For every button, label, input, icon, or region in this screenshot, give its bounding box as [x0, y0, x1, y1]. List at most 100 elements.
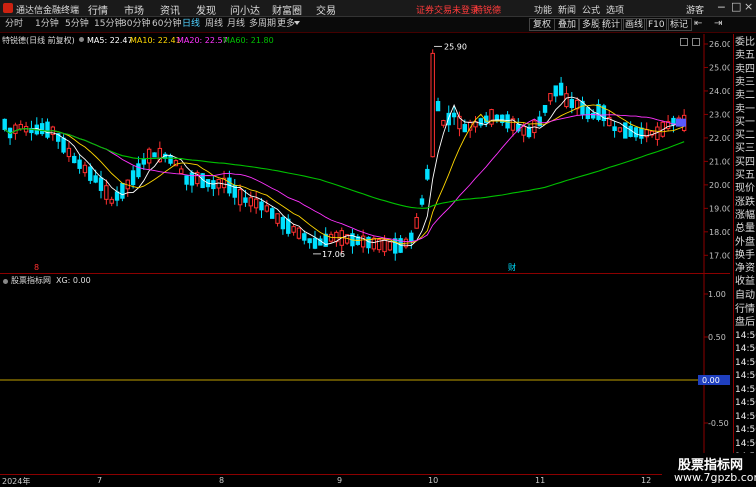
candle-body [259, 201, 264, 211]
stock-info-label: 特锐德(日线 前复权) [2, 36, 75, 45]
candle-body [366, 236, 371, 249]
candle-body [542, 104, 548, 113]
overlay-button[interactable]: 叠加 [554, 18, 581, 31]
indicator-panel[interactable]: 1.000.500.00-0.50-1.000.00 [0, 274, 730, 472]
settings-dot-icon[interactable] [79, 37, 84, 42]
menu-ask[interactable]: 问小达 [230, 2, 260, 17]
tab-1min[interactable]: 1分钟 [34, 18, 60, 31]
menu-news[interactable]: 资讯 [160, 2, 180, 17]
menu-options[interactable]: 选项 [606, 3, 624, 16]
side-panel-label: 现价 [735, 183, 755, 195]
price-axis-label: 23.00 [709, 110, 730, 119]
kline-panel[interactable]: 26.00 25.00 24.00 23.00 22.00 21.00 20.00 19.00… [0, 34, 732, 274]
ma20-label: MA20: 22.57 [177, 36, 228, 45]
menu-trade[interactable]: 交易 [316, 2, 336, 17]
candle-body [237, 189, 243, 206]
ma60-label: MA60: 21.80 [223, 36, 274, 45]
app-logo-icon [3, 3, 13, 13]
restore-rights-button[interactable]: 复权 [529, 18, 556, 31]
candle-body [120, 182, 125, 199]
price-axis-label: 21.00 [709, 157, 730, 166]
title-bar: 通达信金融终端 行情 市场 资讯 发现 问小达 财富圈 交易 证券交易未登录 特… [0, 0, 756, 17]
tab-more[interactable]: 更多 [276, 18, 296, 31]
menu-discover[interactable]: 发现 [196, 2, 216, 17]
tab-30min[interactable]: 30分钟 [120, 18, 151, 31]
back-icon[interactable]: ⇤ [694, 18, 702, 29]
minimize-icon[interactable]: ─ [718, 1, 725, 14]
indicator-settings-icon[interactable] [3, 279, 8, 284]
candle-body [39, 123, 45, 135]
tab-daily[interactable]: 日线 [181, 18, 201, 31]
candle-body [93, 175, 98, 183]
ma10-label: MA10: 22.41 [130, 36, 181, 45]
candle-body [275, 213, 280, 224]
maximize-icon[interactable]: □ [731, 0, 741, 13]
candle-body [382, 238, 387, 253]
high-price-label: 25.90 [444, 42, 467, 51]
candle-body [270, 208, 275, 219]
sub-current-tag: 0.00 [702, 376, 720, 385]
tab-intraday[interactable]: 分时 [4, 18, 24, 31]
candle-body [462, 124, 468, 133]
ma5-line [4, 96, 685, 246]
menu-quotes[interactable]: 行情 [88, 2, 108, 17]
candle-body [141, 158, 147, 165]
user-label[interactable]: 游客 [686, 3, 704, 16]
menu-market[interactable]: 市场 [124, 2, 144, 17]
mark-button[interactable]: 标记 [666, 18, 693, 31]
side-panel-label: 14:50 [735, 344, 756, 354]
site-watermark: 股票指标网 www.7gpzb.com [662, 453, 756, 487]
menu-formula[interactable]: 公式 [582, 3, 600, 16]
indicator-chart[interactable]: 1.000.500.00-0.50-1.000.00 [0, 274, 730, 472]
candle-body [414, 216, 419, 229]
login-notice[interactable]: 证券交易未登录 [416, 3, 479, 16]
price-axis-label: 24.00 [709, 87, 730, 96]
close-icon[interactable]: × [744, 0, 753, 13]
menu-news-right[interactable]: 新闻 [558, 3, 576, 16]
side-panel-label: 卖二 [735, 90, 755, 102]
candle-body [45, 121, 50, 138]
candle-body [146, 148, 152, 164]
tab-monthly[interactable]: 月线 [226, 18, 246, 31]
forward-icon[interactable]: ⇥ [714, 18, 722, 29]
menu-function[interactable]: 功能 [534, 3, 552, 16]
candle-body [371, 237, 377, 250]
candle-body [82, 164, 88, 174]
sub-axis-label: -0.50 [708, 419, 729, 428]
candle-body [558, 82, 564, 96]
candle-body [296, 227, 302, 239]
tab-60min[interactable]: 60分钟 [151, 18, 182, 31]
kline-chart[interactable]: 26.00 25.00 24.00 23.00 22.00 21.00 20.00 19.00… [0, 34, 732, 274]
candle-body [451, 112, 457, 118]
tab-multi-period[interactable]: 多周期 [248, 18, 277, 31]
candle-body [98, 177, 104, 191]
price-axis-label: 26.00 [709, 40, 730, 49]
candle-body [302, 233, 307, 241]
side-panel-label: 14:50 [735, 398, 756, 408]
tab-weekly[interactable]: 周线 [204, 18, 224, 31]
side-panel-label: 卖五 [735, 50, 755, 62]
candle-body [189, 172, 195, 186]
more-dropdown-icon[interactable] [294, 21, 300, 25]
panel-expand-icon[interactable] [680, 38, 688, 46]
panel-settings-icon[interactable] [692, 38, 700, 46]
candle-body [253, 198, 259, 209]
side-panel-label: 外盘 [735, 236, 755, 248]
candle-body [521, 126, 526, 136]
candle-body [130, 170, 136, 186]
stock-name-title: 特锐德 [474, 6, 502, 16]
side-panel-label: 委比 [735, 37, 755, 48]
f10-button[interactable]: F10 [644, 18, 669, 31]
side-panel-label: 卖四 [735, 63, 755, 75]
menu-wealth[interactable]: 财富圈 [272, 2, 302, 17]
price-axis-label: 22.00 [709, 134, 730, 143]
candle-body [419, 198, 425, 205]
date-label: 7 [97, 476, 103, 485]
candle-body [526, 126, 532, 138]
candle-body [387, 241, 393, 251]
candle-body [152, 152, 157, 158]
candle-body [61, 137, 66, 153]
tab-5min[interactable]: 5分钟 [64, 18, 90, 31]
side-panel-label: 14:50 [735, 330, 756, 341]
candle-body [243, 197, 248, 203]
